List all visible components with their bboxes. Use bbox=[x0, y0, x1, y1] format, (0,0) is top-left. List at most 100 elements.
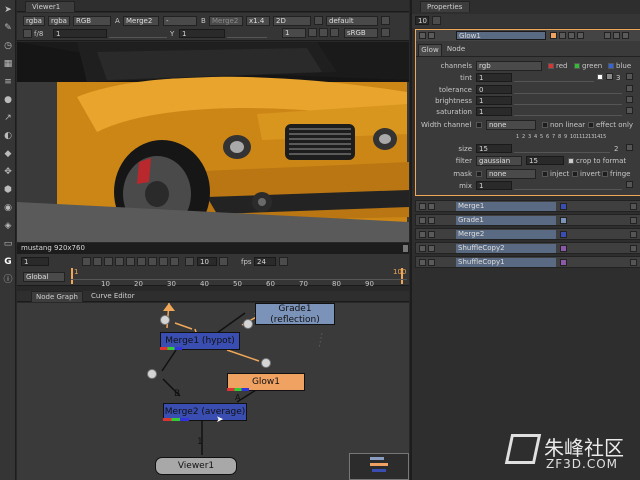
saturation-anim-icon[interactable] bbox=[626, 107, 633, 114]
proxy-dropdown[interactable]: 1 bbox=[282, 28, 306, 38]
brush-icon[interactable]: ✎ bbox=[2, 22, 14, 34]
viewer-scroll-thumb[interactable] bbox=[403, 245, 408, 252]
panel-merge1[interactable]: Merge1 bbox=[415, 200, 640, 212]
node-name-field[interactable]: Glow1 bbox=[456, 31, 546, 40]
close-icon[interactable] bbox=[622, 32, 629, 39]
shufflecopy2-close-icon[interactable] bbox=[630, 245, 637, 252]
expand-grade1-icon[interactable] bbox=[419, 217, 426, 224]
gamma-field[interactable]: 1 bbox=[179, 29, 225, 38]
red-checkbox[interactable] bbox=[548, 63, 554, 69]
fringe-checkbox[interactable] bbox=[602, 171, 608, 177]
tab-node-graph[interactable]: Node Graph bbox=[31, 291, 83, 302]
colorspace-dropdown[interactable]: sRGB bbox=[344, 28, 378, 38]
non-linear-checkbox[interactable] bbox=[542, 122, 548, 128]
viewer-tab[interactable]: Viewer1 bbox=[25, 1, 75, 12]
gain-field[interactable]: 1 bbox=[53, 29, 107, 38]
box-icon[interactable]: ▭ bbox=[2, 238, 14, 250]
float-shufflecopy2-icon[interactable] bbox=[428, 245, 435, 252]
glow1-input-dot[interactable] bbox=[261, 358, 271, 368]
viewer-canvas[interactable] bbox=[17, 42, 409, 242]
panel-merge2-name[interactable]: Merge2 bbox=[456, 230, 556, 239]
tab-glow[interactable]: Glow bbox=[418, 44, 442, 56]
viewer1-node[interactable]: Viewer1 bbox=[155, 457, 237, 475]
layers-icon[interactable]: ≡ bbox=[2, 76, 14, 88]
float-shufflecopy1-icon[interactable] bbox=[428, 259, 435, 266]
float-grade1-icon[interactable] bbox=[428, 217, 435, 224]
saturation-field[interactable]: 1 bbox=[476, 107, 512, 116]
jump-forward-icon[interactable] bbox=[219, 257, 228, 266]
size-slider[interactable]: 1 2 3 4 5 6 7 8 9 10 11 12 13 14 15 bbox=[514, 134, 610, 153]
graph-navigator[interactable] bbox=[349, 453, 409, 480]
redo-icon[interactable] bbox=[577, 32, 584, 39]
collapse-icon[interactable] bbox=[419, 32, 426, 39]
pause-icon[interactable] bbox=[330, 28, 339, 37]
fstop-toggle[interactable] bbox=[23, 29, 32, 38]
stack-icon[interactable]: ◆ bbox=[2, 148, 14, 160]
grade1-close-icon[interactable] bbox=[630, 217, 637, 224]
display-dropdown[interactable]: RGB bbox=[73, 16, 111, 26]
color-icon[interactable]: ◐ bbox=[2, 130, 14, 142]
pointer-icon[interactable]: ➤ bbox=[2, 4, 14, 16]
refresh-icon[interactable] bbox=[319, 28, 328, 37]
tint-picker-icon[interactable] bbox=[606, 73, 613, 80]
panel-grade1[interactable]: Grade1 bbox=[415, 214, 640, 226]
composite-dropdown[interactable]: - bbox=[163, 16, 197, 26]
input-a-dropdown[interactable]: Merge2 bbox=[123, 16, 159, 26]
tint-slider[interactable] bbox=[514, 73, 594, 82]
grade1-color-icon[interactable] bbox=[560, 217, 567, 224]
blob-icon[interactable]: ⬢ bbox=[2, 184, 14, 196]
shufflecopy1-color-icon[interactable] bbox=[560, 259, 567, 266]
view-mode-dropdown[interactable]: 2D bbox=[273, 16, 311, 26]
fps-field[interactable]: 24 bbox=[254, 257, 276, 266]
expand-icon[interactable] bbox=[381, 16, 390, 25]
channels-select[interactable]: rgb bbox=[476, 61, 542, 71]
expand-shufflecopy2-icon[interactable] bbox=[419, 245, 426, 252]
float-icon[interactable] bbox=[428, 32, 435, 39]
filter-value-field[interactable]: 15 bbox=[526, 156, 564, 165]
tab-node[interactable]: Node bbox=[444, 44, 468, 56]
color-swatch-icon[interactable] bbox=[550, 32, 557, 39]
shufflecopy1-close-icon[interactable] bbox=[630, 259, 637, 266]
width-channel-checkbox[interactable] bbox=[476, 122, 482, 128]
channels-dropdown[interactable]: rgba bbox=[23, 16, 45, 26]
zoom-dropdown[interactable]: x1.4 bbox=[246, 16, 270, 26]
panel-shufflecopy2[interactable]: ShuffleCopy2 bbox=[415, 242, 640, 254]
tint-field[interactable]: 1 bbox=[476, 73, 512, 82]
size-anim-icon[interactable] bbox=[626, 144, 633, 151]
step-forward-icon[interactable] bbox=[148, 257, 157, 266]
play-backward-icon[interactable] bbox=[115, 257, 124, 266]
merge2-close-icon[interactable] bbox=[630, 231, 637, 238]
curve-icon[interactable]: ↗ bbox=[2, 112, 14, 124]
tab-curve-editor[interactable]: Curve Editor bbox=[87, 291, 139, 302]
play-forward-icon[interactable] bbox=[137, 257, 146, 266]
merge1-input-b-dot[interactable] bbox=[160, 315, 170, 325]
gamma-slider[interactable] bbox=[227, 29, 267, 38]
grade1-input-dot[interactable] bbox=[243, 319, 253, 329]
grade1-node[interactable]: Grade1 (reflection) bbox=[255, 303, 335, 325]
panel-grade1-name[interactable]: Grade1 bbox=[456, 216, 556, 225]
size-field[interactable]: 15 bbox=[476, 144, 512, 153]
mask-checkbox[interactable] bbox=[476, 171, 482, 177]
loop-icon[interactable] bbox=[279, 257, 288, 266]
gear-icon[interactable] bbox=[381, 28, 390, 37]
input-b-dropdown[interactable]: Merge2 bbox=[209, 16, 243, 26]
step-back-icon[interactable] bbox=[104, 257, 113, 266]
brightness-slider[interactable] bbox=[514, 96, 622, 105]
step-field[interactable]: 10 bbox=[197, 257, 217, 266]
min-icon[interactable] bbox=[613, 32, 620, 39]
effect-only-checkbox[interactable] bbox=[588, 122, 594, 128]
eye-icon[interactable]: ◉ bbox=[2, 202, 14, 214]
panel-shufflecopy1[interactable]: ShuffleCopy1 bbox=[415, 256, 640, 268]
skip-start-icon[interactable] bbox=[82, 257, 91, 266]
invert-checkbox[interactable] bbox=[572, 171, 578, 177]
region-icon[interactable] bbox=[308, 28, 317, 37]
stop-icon[interactable] bbox=[126, 257, 135, 266]
blue-checkbox[interactable] bbox=[608, 63, 614, 69]
merge1-color-icon[interactable] bbox=[560, 203, 567, 210]
tint-anim-icon[interactable] bbox=[626, 73, 633, 80]
max-panels-field[interactable]: 10 bbox=[415, 16, 429, 25]
circle-icon[interactable]: ● bbox=[2, 94, 14, 106]
layer-dropdown[interactable]: rgba bbox=[48, 16, 70, 26]
help-icon[interactable] bbox=[604, 32, 611, 39]
frame-field[interactable]: 1 bbox=[21, 257, 49, 266]
